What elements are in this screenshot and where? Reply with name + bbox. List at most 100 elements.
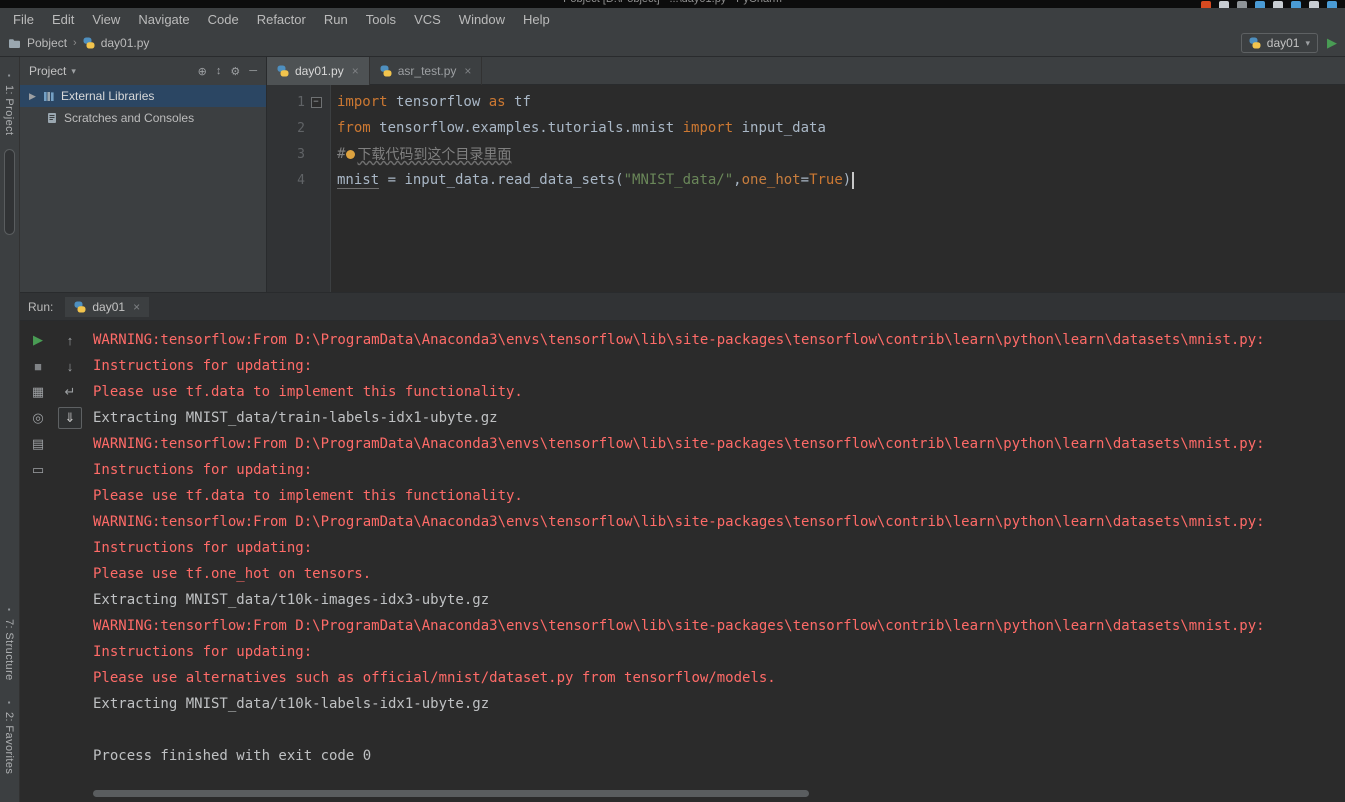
menu-item-tools[interactable]: Tools (357, 10, 405, 29)
python-file-icon (380, 65, 392, 77)
workspace: ▪ 1: Project ▪ 7: Structure ▪ 2: Favorit… (0, 57, 1345, 802)
settings-icon[interactable]: ⚙ (230, 65, 240, 78)
breadcrumb-project[interactable]: Pobject (27, 36, 67, 50)
scroll-to-end-icon[interactable]: ⇓ (58, 407, 82, 429)
console-line: WARNING:tensorflow:From D:\ProgramData\A… (93, 332, 1265, 348)
menu-item-window[interactable]: Window (450, 10, 514, 29)
editor-code[interactable]: import tensorflow as tf from tensorflow.e… (331, 85, 1345, 292)
title-bar: Pobject [D:\Pobject] - ...\day01.py - Py… (0, 0, 1345, 8)
intention-bulb-icon[interactable] (346, 149, 356, 159)
editor-gutter: 1−2 3 4 (267, 85, 331, 292)
project-tool-window: Project ▾ ⊕ ↕ ⚙ ─ ▶ External Libraries Scratc… (20, 57, 267, 292)
project-toolbar: ⊕ ↕ ⚙ ─ (198, 65, 257, 78)
editor: day01.py × asr_test.py × 1−2 3 4 import tenso… (267, 57, 1345, 292)
menu-item-code[interactable]: Code (199, 10, 248, 29)
editor-tab-day01-py[interactable]: day01.py × (267, 57, 370, 85)
console-line: Please use tf.one_hot on tensors. (93, 566, 372, 582)
console-line: Instructions for updating: (93, 358, 313, 374)
console-line: WARNING:tensorflow:From D:\ProgramData\A… (93, 436, 1265, 452)
tool-icon-4[interactable] (1273, 1, 1283, 8)
menu-item-file[interactable]: File (4, 10, 43, 29)
console-line: Please use alternatives such as official… (93, 670, 776, 686)
tool-icon-6[interactable] (1309, 1, 1319, 8)
locate-icon[interactable]: ⊕ (198, 65, 207, 78)
run-panel-label: Run: (28, 299, 54, 314)
menu-item-edit[interactable]: Edit (43, 10, 83, 29)
menu-bar: File Edit View Navigate Code Refactor Run Tools… (0, 8, 1345, 30)
project-panel-header: Project ▾ ⊕ ↕ ⚙ ─ (20, 57, 266, 85)
run-tab-day01[interactable]: day01 × (65, 296, 150, 317)
chevron-down-icon[interactable]: ▾ (71, 66, 76, 77)
run-controls: day01 ▾ ▶ (1240, 33, 1337, 53)
breadcrumb-file[interactable]: day01.py (101, 36, 150, 50)
tool-icon-3[interactable] (1255, 1, 1265, 8)
up-stack-trace-icon[interactable]: ↑ (58, 327, 82, 353)
left-stripe-indicator (4, 149, 15, 235)
menu-item-vcs[interactable]: VCS (405, 10, 450, 29)
browser-icon[interactable] (1201, 1, 1211, 8)
project-tool-icon: ▪ (4, 71, 14, 81)
menu-item-view[interactable]: View (83, 10, 129, 29)
menu-item-refactor[interactable]: Refactor (248, 10, 315, 29)
line-number: 4 (297, 172, 305, 188)
chevron-right-icon[interactable]: ▶ (28, 91, 37, 102)
chevron-down-icon: ▾ (1305, 37, 1310, 48)
tool-icon-7[interactable] (1327, 1, 1337, 8)
menu-item-run[interactable]: Run (315, 10, 357, 29)
line-number: 3 (297, 146, 305, 162)
restore-layout-icon[interactable]: ▦ (26, 379, 50, 405)
close-icon[interactable]: × (352, 64, 359, 78)
rerun-icon[interactable]: ▶ (26, 327, 50, 353)
collapse-all-icon[interactable]: ↕ (216, 65, 222, 78)
print-icon[interactable]: ▤ (26, 431, 50, 457)
run-tab-label: day01 (92, 299, 126, 314)
down-stack-trace-icon[interactable]: ↓ (58, 353, 82, 379)
python-file-icon (1249, 37, 1261, 49)
menu-item-help[interactable]: Help (514, 10, 559, 29)
console-line: Process finished with exit code 0 (93, 748, 372, 764)
tool-button-project[interactable]: ▪ 1: Project (3, 71, 15, 136)
console-line: Please use tf.data to implement this fun… (93, 384, 523, 400)
soft-wrap-icon[interactable]: ↵ (58, 379, 82, 405)
editor-tab-asr-test-py[interactable]: asr_test.py × (370, 57, 483, 85)
project-panel-title[interactable]: Project (29, 64, 66, 78)
tree-item-scratches-and-consoles[interactable]: Scratches and Consoles (20, 107, 266, 129)
python-file-icon (74, 301, 86, 313)
console-line: WARNING:tensorflow:From D:\ProgramData\A… (93, 618, 1265, 634)
clear-all-icon[interactable]: ▭ (26, 457, 50, 483)
text-caret (852, 171, 855, 189)
tool-button-structure[interactable]: ▪ 7: Structure (3, 605, 15, 681)
favorites-tool-icon: ▪ (4, 698, 14, 708)
run-toolbar: ▶ ■ ▦ ◎ ▤ ▭ (26, 327, 50, 483)
code-area[interactable]: 1−2 3 4 import tensorflow as tf from tensor… (267, 85, 1345, 292)
project-tree: ▶ External Libraries Scratches and Console… (20, 85, 266, 129)
tool-icon-5[interactable] (1291, 1, 1301, 8)
window-title: Pobject [D:\Pobject] - ...\day01.py - Py… (0, 0, 1345, 5)
line-number: 2 (297, 120, 305, 136)
python-file-icon (277, 65, 289, 77)
run-config-selector[interactable]: day01 ▾ (1240, 33, 1318, 53)
console-line: Please use tf.data to implement this fun… (93, 488, 523, 504)
tree-item-external-libraries[interactable]: ▶ External Libraries (20, 85, 266, 107)
stop-icon[interactable]: ■ (26, 353, 50, 379)
tool-button-favorites[interactable]: ▪ 2: Favorites (3, 698, 15, 775)
tool-icon-1[interactable] (1219, 1, 1229, 8)
run-config-label: day01 (1266, 36, 1300, 50)
run-tool-window: Run: day01 × ▶ ■ ▦ ◎ ▤ ▭ ↑ ↓ ↵ ⇓ WARNING:tensorf… (20, 292, 1345, 802)
close-icon[interactable]: × (464, 64, 471, 78)
navigation-bar: Pobject › day01.py day01 ▾ ▶ (0, 30, 1345, 57)
console-output[interactable]: WARNING:tensorflow:From D:\ProgramData\A… (93, 327, 1343, 788)
structure-tool-icon: ▪ (4, 605, 14, 615)
tool-icon-2[interactable] (1237, 1, 1247, 8)
close-icon[interactable]: × (133, 300, 140, 314)
pin-icon[interactable]: ◎ (26, 405, 50, 431)
run-button[interactable]: ▶ (1327, 35, 1337, 51)
run-panel-header: Run: day01 × (20, 293, 1345, 321)
console-line: Instructions for updating: (93, 644, 313, 660)
fold-icon[interactable]: − (305, 96, 327, 108)
pycharm-window: Pobject [D:\Pobject] - ...\day01.py - Py… (0, 0, 1345, 802)
horizontal-scrollbar[interactable] (93, 790, 809, 797)
menu-item-navigate[interactable]: Navigate (129, 10, 198, 29)
hide-panel-icon[interactable]: ─ (249, 65, 257, 78)
